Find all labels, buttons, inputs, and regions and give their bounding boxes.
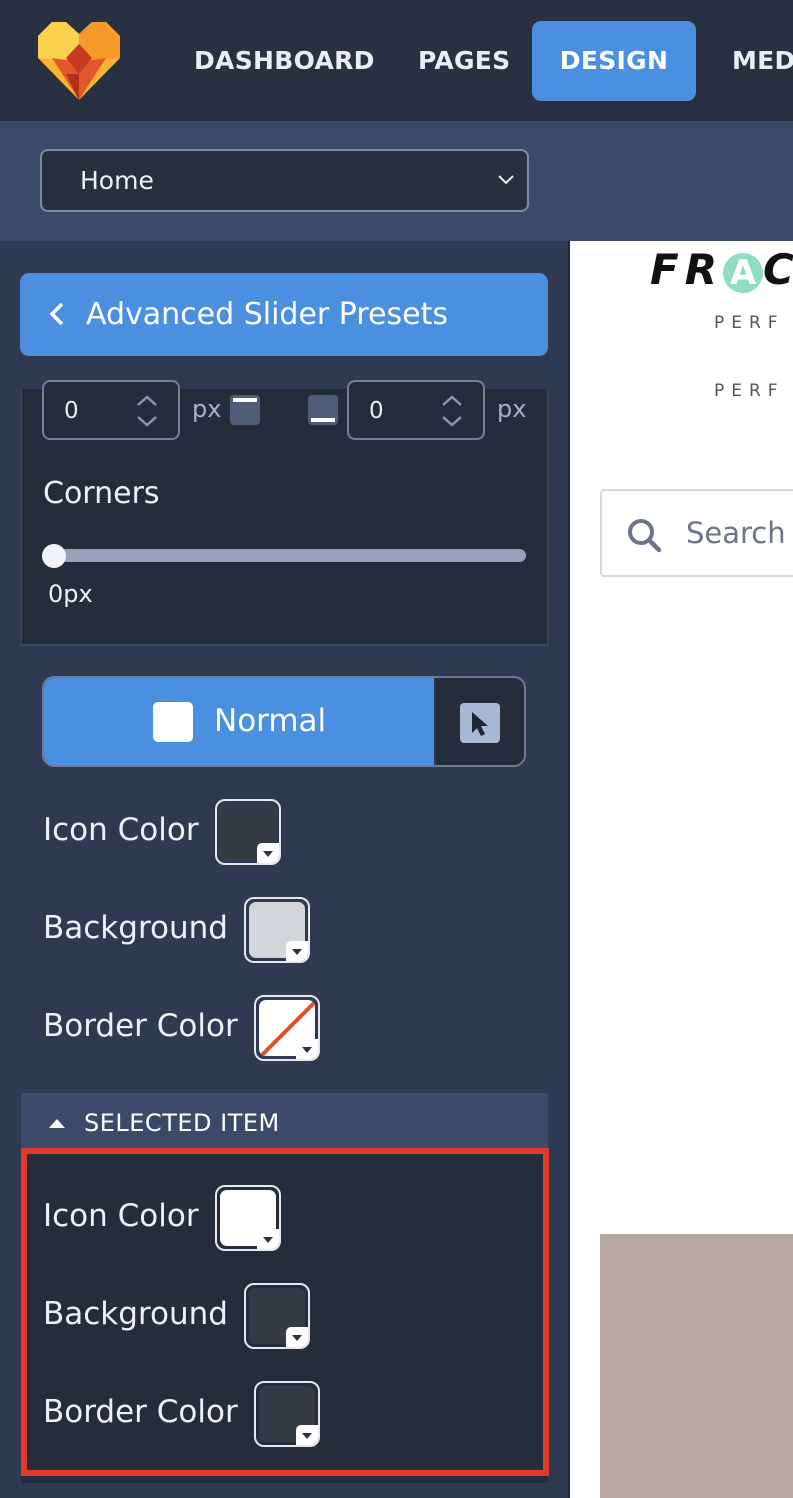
tagline-2: PERF <box>714 381 785 401</box>
selected-item-title: SELECTED ITEM <box>84 1109 280 1137</box>
caret-down-icon <box>257 843 279 863</box>
nav-pages[interactable]: PAGES <box>418 21 510 101</box>
chevron-left-icon <box>49 302 64 326</box>
selected-item-highlight <box>21 1148 549 1476</box>
normal-background-swatch[interactable] <box>244 897 310 963</box>
corners-value: 0px <box>48 580 93 608</box>
back-to-presets-label: Advanced Slider Presets <box>86 297 448 332</box>
border-top-unit: px <box>192 395 222 423</box>
state-normal-label: Normal <box>214 703 327 739</box>
search-icon <box>628 519 662 553</box>
nav-design[interactable]: DESIGN <box>532 21 696 101</box>
square-icon <box>153 702 193 742</box>
state-hover-button[interactable] <box>460 703 500 743</box>
brand-logo: FRAC <box>650 245 793 294</box>
caret-down-icon <box>286 941 308 961</box>
preview-search-input[interactable]: Search <box>600 489 793 577</box>
brand-suffix: C <box>763 245 793 294</box>
brand-prefix: FR <box>650 245 724 294</box>
border-bottom-side-icon[interactable] <box>307 394 339 426</box>
state-toggle: Normal <box>42 676 526 767</box>
stepper-icon[interactable] <box>441 394 463 428</box>
nav-dashboard[interactable]: DASHBOARD <box>194 21 375 101</box>
normal-icon-color-label: Icon Color <box>43 812 199 848</box>
site-preview: FRAC PERF PERF Search <box>570 241 793 1498</box>
normal-border-color-swatch[interactable] <box>254 995 320 1061</box>
border-top-input[interactable]: 0 <box>42 380 180 440</box>
brand-accent: A <box>723 252 764 293</box>
preview-hero-image <box>600 1234 793 1498</box>
logo-icon[interactable] <box>38 22 120 102</box>
normal-background-label: Background <box>43 910 228 946</box>
border-bottom-input[interactable]: 0 <box>347 380 485 440</box>
normal-icon-color-swatch[interactable] <box>215 799 281 865</box>
selected-item-header[interactable]: SELECTED ITEM <box>21 1093 548 1153</box>
page-select-value: Home <box>80 166 154 195</box>
caret-up-icon <box>49 1119 65 1128</box>
back-to-presets-button[interactable]: Advanced Slider Presets <box>20 273 548 356</box>
stepper-icon[interactable] <box>136 394 158 428</box>
border-bottom-value: 0 <box>369 398 384 424</box>
border-top-side-icon[interactable] <box>229 394 261 426</box>
normal-border-color-label: Border Color <box>43 1008 238 1044</box>
search-placeholder: Search <box>686 516 786 550</box>
chevron-down-icon <box>498 175 514 185</box>
corners-slider-handle[interactable] <box>42 544 66 568</box>
corners-slider[interactable] <box>44 549 526 562</box>
state-normal-button[interactable]: Normal <box>44 678 436 765</box>
cursor-icon <box>472 712 488 736</box>
border-bottom-unit: px <box>497 395 527 423</box>
tagline-1: PERF <box>714 313 785 333</box>
top-nav: DASHBOARD PAGES DESIGN MEDI <box>0 0 793 121</box>
nav-media[interactable]: MEDI <box>732 21 793 101</box>
page-select[interactable]: Home <box>40 149 529 212</box>
caret-down-icon <box>296 1039 318 1059</box>
border-top-value: 0 <box>64 398 79 424</box>
corners-label: Corners <box>43 476 160 511</box>
